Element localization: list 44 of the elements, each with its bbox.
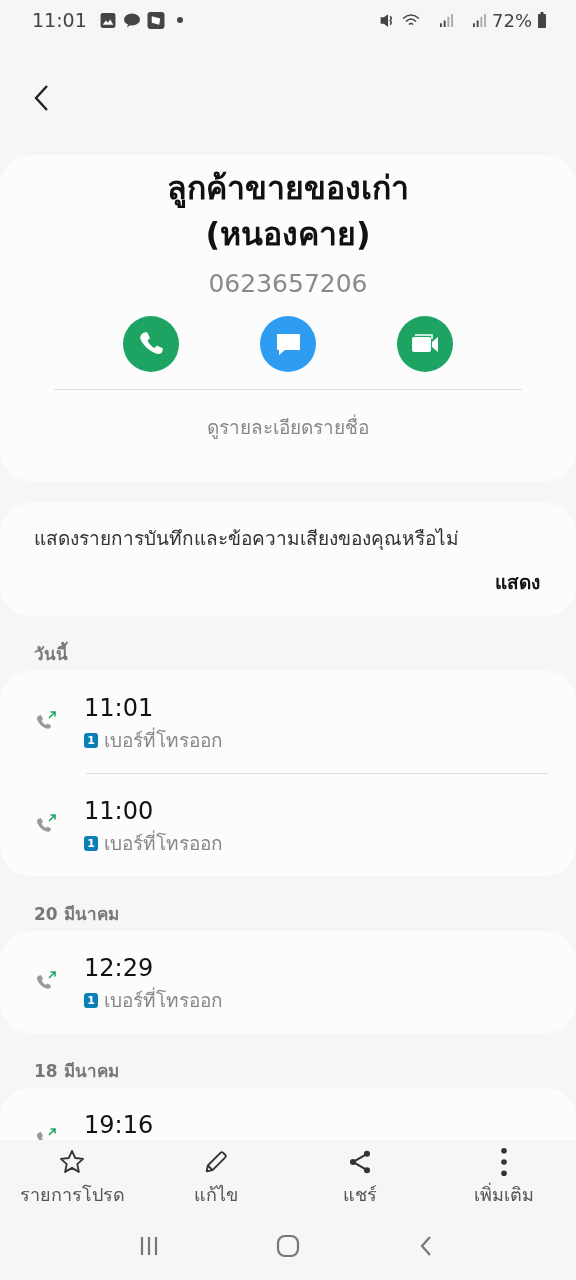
toolbar-button[interactable]: แก้ไข <box>144 1140 288 1212</box>
star-icon <box>58 1148 86 1176</box>
signal-icon <box>440 12 453 28</box>
toolbar-button[interactable]: เพิ่มเติม <box>432 1140 576 1212</box>
call-entry[interactable]: 12:29 1 เบอร์ที่โทรออก <box>34 931 548 1033</box>
call-type: เบอร์ที่โทรออก <box>104 829 223 856</box>
call-type: เบอร์ที่โทรออก <box>104 986 223 1013</box>
home-button[interactable] <box>276 1234 300 1258</box>
call-time: 11:01 <box>84 693 155 723</box>
call-button[interactable] <box>123 316 179 372</box>
toolbar-label: รายการโปรด <box>19 1183 125 1207</box>
date-header: 20 มีนาคม <box>33 903 120 926</box>
video-call-button[interactable] <box>397 316 453 372</box>
call-time: 19:16 <box>84 1110 154 1140</box>
call-entry[interactable]: 19:16 <box>34 1088 548 1140</box>
call-entry[interactable]: 11:00 1 เบอร์ที่โทรออก <box>34 774 548 876</box>
contact-name: ลูกค้าขายของเก่า (หนองคาย) <box>166 168 410 255</box>
sim-badge: 1 <box>84 992 98 1008</box>
date-header: 18 มีนาคม <box>33 1060 120 1083</box>
status-time: 11:01 <box>32 9 87 31</box>
chat-icon <box>122 11 141 29</box>
battery-icon <box>538 12 546 28</box>
recordings-prompt: แสดงรายการบันทึกและข้อความเสียงของคุณหรือไม่ <box>34 526 460 552</box>
toolbar-label: แชร์ <box>343 1183 377 1207</box>
battery-level: 72% <box>492 9 532 31</box>
sim-badge: 1 <box>84 732 98 748</box>
sim-badge: 1 <box>84 835 98 851</box>
gallery-icon <box>98 11 117 29</box>
dot-icon <box>176 17 183 23</box>
call-time: 12:29 <box>84 953 155 983</box>
toolbar-button[interactable]: แชร์ <box>288 1140 432 1212</box>
date-header: วันนี้ <box>0 616 576 671</box>
contact-details-link[interactable]: ดูรายละเอียดรายชื่อ <box>207 412 369 442</box>
toolbar-button[interactable]: รายการโปรด <box>0 1140 144 1212</box>
call-time: 11:00 <box>84 796 155 826</box>
call-type: เบอร์ที่โทรออก <box>104 726 223 753</box>
signal-icon <box>473 12 486 28</box>
show-button[interactable]: แสดง <box>495 567 540 597</box>
call-entry[interactable]: 11:01 1 เบอร์ที่โทรออก <box>34 671 548 773</box>
phone-number: 0623657206 <box>208 269 368 298</box>
message-button[interactable] <box>260 316 316 372</box>
toolbar-label: เพิ่มเติม <box>474 1181 534 1207</box>
toolbar-label: แก้ไข <box>194 1183 238 1207</box>
more-icon <box>501 1148 507 1176</box>
